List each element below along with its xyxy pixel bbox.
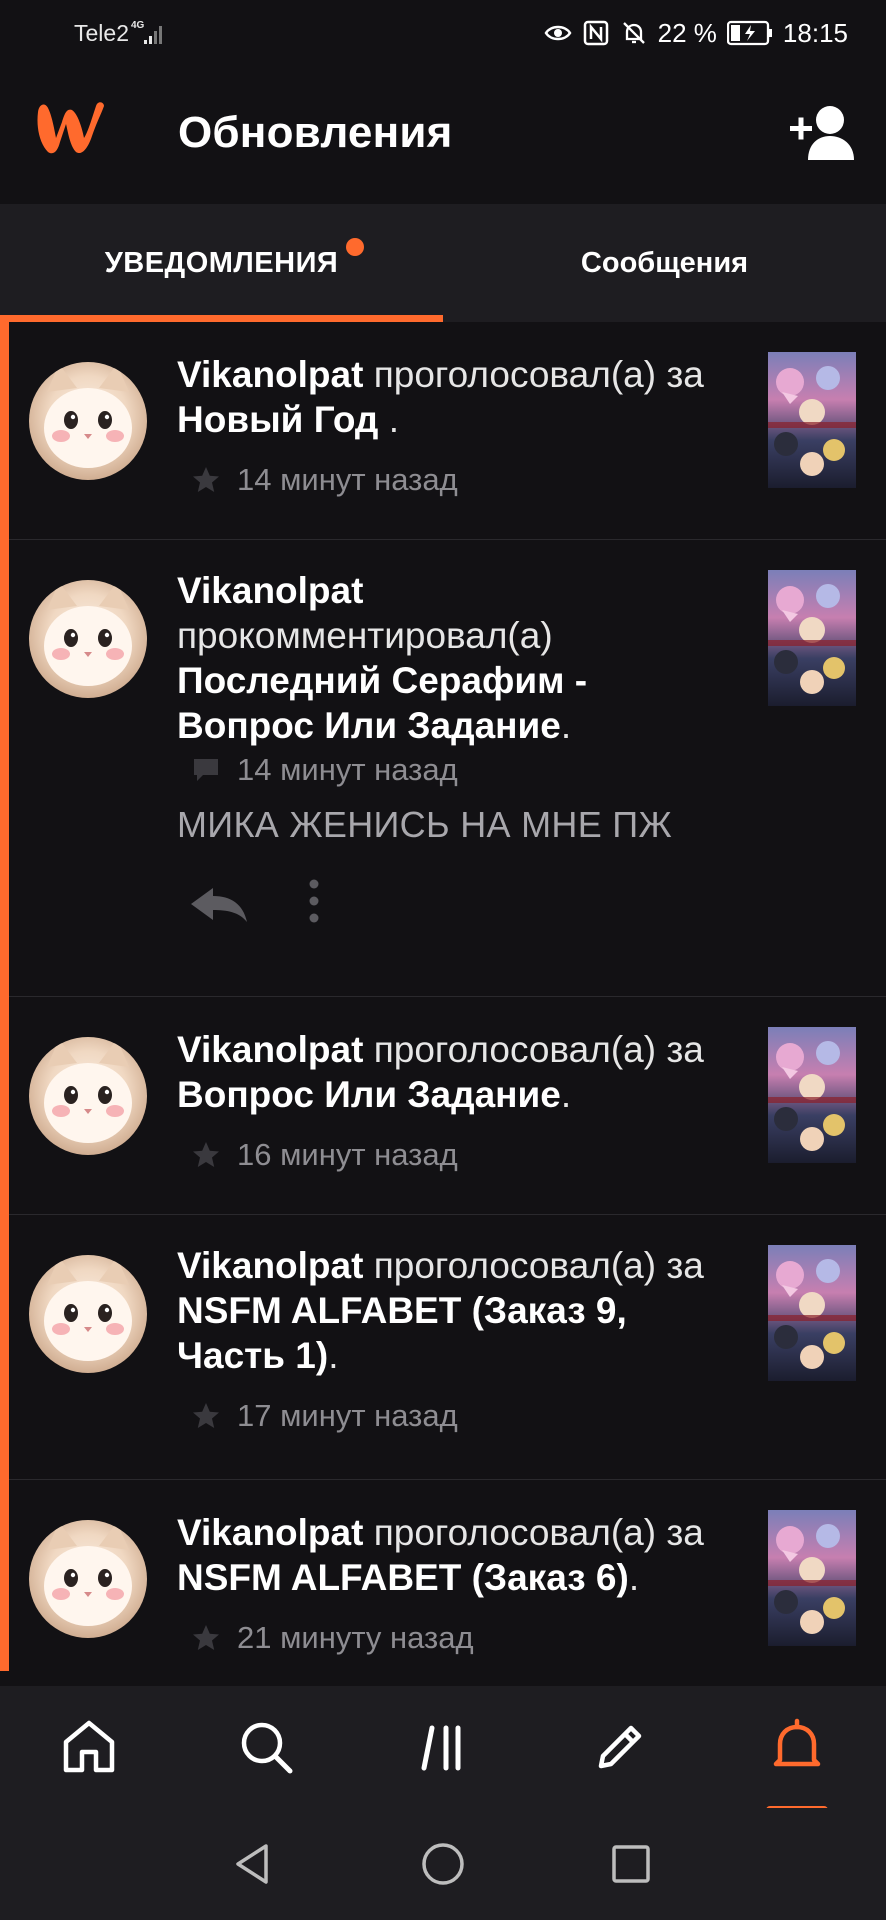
- tab-notifications-label: УВЕДОМЛЕНИЯ: [104, 246, 339, 279]
- avatar[interactable]: [29, 1520, 147, 1638]
- wattpad-logo[interactable]: [30, 98, 108, 160]
- write-icon: [598, 1725, 641, 1769]
- recents-icon[interactable]: [603, 1836, 659, 1892]
- avatar[interactable]: [29, 362, 147, 480]
- battery-percent: 22 %: [657, 17, 717, 48]
- star-icon: [193, 1403, 219, 1428]
- bottom-navigation: [0, 1686, 886, 1814]
- tab-messages[interactable]: Сообщения: [443, 204, 886, 322]
- action-text: проголосовал(а) за: [363, 1029, 704, 1070]
- comment-preview: МИКА ЖЕНИСЬ НА МНЕ ПЖ: [177, 804, 673, 845]
- story-title: Последний Серафим - Вопрос Или Задание: [177, 660, 588, 746]
- home-icon: [63, 1720, 114, 1773]
- notification-text: Vikanolpat проголосовал(а) за NSFM ALFAB…: [177, 1245, 704, 1376]
- nav-write[interactable]: [531, 1686, 708, 1808]
- story-title: NSFM ALFABET (Заказ 9, Часть 1): [177, 1290, 627, 1376]
- action-text: прокомментировал(а): [177, 615, 553, 656]
- tab-notifications[interactable]: УВЕДОМЛЕНИЯ: [0, 204, 443, 322]
- avatar[interactable]: [29, 1037, 147, 1155]
- timestamp: 14 минут назад: [237, 462, 458, 497]
- user-name: Vikanolpat: [177, 1029, 364, 1070]
- back-icon[interactable]: [226, 1836, 282, 1892]
- add-user-icon[interactable]: [790, 104, 858, 162]
- story-cover[interactable]: [768, 1245, 856, 1381]
- bell-icon: [773, 1718, 820, 1767]
- battery-icon: [726, 20, 772, 46]
- notification-text: Vikanolpat проголосовал(а) за Новый Год …: [177, 354, 704, 440]
- action-text: проголосовал(а) за: [363, 1245, 704, 1286]
- story-cover[interactable]: [768, 1027, 856, 1163]
- comment-icon: [194, 759, 218, 781]
- active-tab-indicator: [0, 315, 443, 322]
- tab-bar: УВЕДОМЛЕНИЯ Сообщения: [0, 204, 886, 322]
- unread-badge: [346, 238, 364, 256]
- notification-item[interactable]: Vikanolpat прокомментировал(а) Последний…: [9, 540, 886, 997]
- notification-item[interactable]: Vikanolpat проголосовал(а) за NSFM ALFAB…: [9, 1215, 886, 1480]
- notification-text: Vikanolpat проголосовал(а) за NSFM ALFAB…: [177, 1512, 704, 1598]
- unread-indicator-bar: [0, 322, 9, 1671]
- notification-meta: 17 минут назад: [191, 1398, 458, 1434]
- story-title: Вопрос Или Задание: [177, 1074, 561, 1115]
- home-circle-icon[interactable]: [415, 1836, 471, 1892]
- star-icon: [193, 1625, 219, 1650]
- nav-home[interactable]: [0, 1686, 177, 1808]
- story-cover[interactable]: [768, 570, 856, 706]
- clock: 18:15: [782, 17, 848, 48]
- notification-item[interactable]: Vikanolpat проголосовал(а) за Новый Год …: [9, 322, 886, 540]
- eye-icon: [544, 25, 572, 41]
- timestamp: 21 минуту назад: [237, 1620, 474, 1655]
- nfc-icon: [583, 20, 608, 46]
- status-bar: Tele2 4G 22 % 18:15: [0, 0, 886, 66]
- user-name: Vikanolpat: [177, 570, 364, 611]
- user-name: Vikanolpat: [177, 354, 364, 395]
- timestamp: 16 минут назад: [237, 1137, 458, 1172]
- timestamp: 17 минут назад: [237, 1398, 458, 1433]
- star-icon: [193, 467, 219, 492]
- search-icon: [241, 1722, 292, 1774]
- notification-item[interactable]: Vikanolpat проголосовал(а) за Вопрос Или…: [9, 997, 886, 1215]
- app-header: Обновления: [0, 66, 886, 204]
- user-name: Vikanolpat: [177, 1245, 364, 1286]
- action-text: проголосовал(а) за: [363, 354, 704, 395]
- more-options-button[interactable]: [299, 876, 329, 926]
- notification-meta: 14 минут назад: [191, 462, 458, 498]
- notification-item[interactable]: Vikanolpat проголосовал(а) за NSFM ALFAB…: [9, 1480, 886, 1672]
- timestamp: 14 минут назад: [237, 752, 458, 787]
- nav-notifications[interactable]: [708, 1686, 885, 1808]
- notification-meta: 16 минут назад: [191, 1137, 458, 1173]
- avatar[interactable]: [29, 1255, 147, 1373]
- nav-search[interactable]: [177, 1686, 354, 1808]
- story-title: NSFM ALFABET (Заказ 6): [177, 1557, 629, 1598]
- nav-library[interactable]: [354, 1686, 531, 1808]
- notification-list: Vikanolpat проголосовал(а) за Новый Год …: [0, 322, 886, 1672]
- action-text: проголосовал(а) за: [363, 1512, 704, 1553]
- library-icon: [421, 1725, 460, 1771]
- user-name: Vikanolpat: [177, 1512, 364, 1553]
- notification-text: Vikanolpat проголосовал(а) за Вопрос Или…: [177, 1029, 704, 1115]
- carrier-name: Tele2: [74, 20, 129, 46]
- system-navigation: [0, 1808, 886, 1920]
- signal-icon: 4G: [131, 20, 162, 44]
- avatar[interactable]: [29, 580, 147, 698]
- reply-button[interactable]: [187, 882, 251, 926]
- page-title: Обновления: [178, 108, 453, 157]
- mute-bell-icon: [622, 22, 645, 44]
- star-icon: [193, 1142, 219, 1167]
- story-cover[interactable]: [768, 1510, 856, 1646]
- network-type-label: 4G: [131, 20, 145, 31]
- notification-meta: 21 минуту назад: [191, 1620, 474, 1656]
- tab-messages-label: Сообщения: [580, 246, 749, 279]
- notification-meta: 14 минут назад: [191, 752, 458, 788]
- story-cover[interactable]: [768, 352, 856, 488]
- story-title: Новый Год: [177, 399, 379, 440]
- notification-text: Vikanolpat прокомментировал(а) Последний…: [177, 570, 588, 746]
- status-icons: 22 % 18:15: [544, 16, 848, 50]
